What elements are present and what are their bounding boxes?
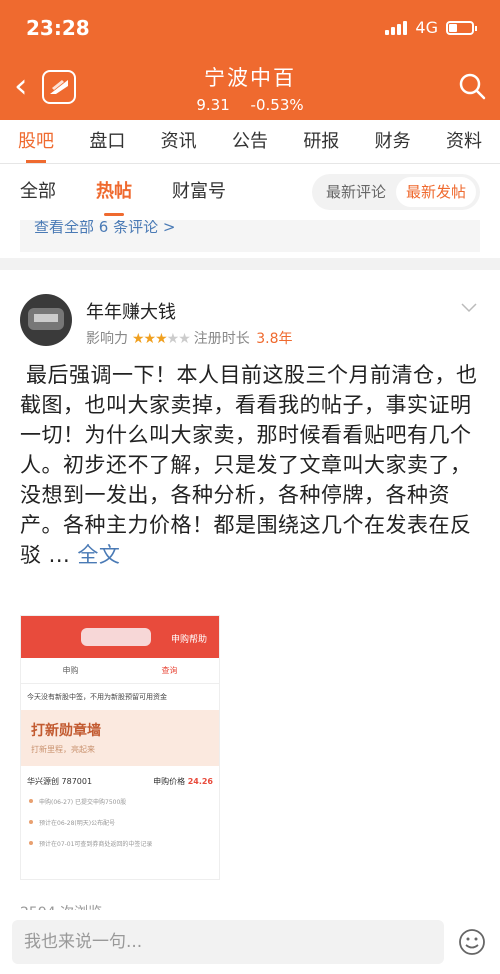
chevron-down-icon[interactable] [460, 298, 478, 316]
fulltext-link[interactable]: 全文 [77, 543, 120, 567]
tab-finance[interactable]: 财务 [375, 120, 411, 163]
comment-input[interactable]: 我也来说一句... [12, 920, 444, 964]
status-bar: 23:28 4G [26, 16, 477, 44]
sub-tabs: 全部 热帖 财富号 最新评论 最新发帖 [0, 164, 500, 220]
author-name[interactable]: 年年赚大钱 [86, 298, 176, 324]
post-text: 最后强调一下！本人目前这股三个月前清仓，也截图，也叫大家卖掉，看看我的帖子，事实… [20, 363, 478, 567]
stock-title: 宁波中百 9.31 -0.53% [0, 62, 500, 114]
post-image[interactable]: 申购帮助 申购 查询 今天没有新股中签，不用为新股预留可用资金 打新勋章墙 打新… [20, 615, 220, 880]
stock-quote: 9.31 -0.53% [0, 96, 500, 114]
view-all-comments-link[interactable]: 查看全部 6 条评论 > [20, 220, 480, 252]
battery-icon [446, 20, 477, 35]
subtab-hot[interactable]: 热帖 [96, 164, 132, 220]
register-years: 3.8年 [256, 331, 293, 347]
divider [0, 258, 500, 270]
rating-stars: ★★★★★ [132, 331, 191, 347]
influence-label: 影响力 [86, 331, 128, 347]
main-tabs: 股吧 盘口 资讯 公告 研报 财务 资料 [0, 120, 500, 164]
sort-toggle: 最新评论 最新发帖 [311, 174, 480, 210]
subtab-all[interactable]: 全部 [20, 164, 56, 220]
sort-latest-comment[interactable]: 最新评论 [316, 177, 396, 207]
author-meta: 影响力 ★★★★★ 注册时长 3.8年 [86, 328, 292, 348]
tab-announcements[interactable]: 公告 [232, 120, 268, 163]
nav-bar: ‹ 宁波中百 9.31 -0.53% [0, 56, 500, 116]
sort-latest-post[interactable]: 最新发帖 [395, 177, 476, 207]
stock-price: 9.31 [196, 96, 230, 114]
post-content[interactable]: 最后强调一下！本人目前这股三个月前清仓，也截图，也叫大家卖掉，看看我的帖子，事实… [20, 360, 482, 570]
stock-name: 宁波中百 [204, 66, 296, 90]
tab-guba[interactable]: 股吧 [18, 120, 54, 163]
avatar[interactable] [20, 294, 72, 346]
emoji-icon[interactable] [458, 928, 486, 956]
tab-news[interactable]: 资讯 [161, 120, 197, 163]
signal-icon [385, 20, 408, 35]
network-label: 4G [415, 18, 438, 37]
app-header: 23:28 4G ‹ 宁波中百 9.31 -0.53% [0, 0, 500, 120]
tab-profile[interactable]: 资料 [446, 120, 482, 163]
tab-research[interactable]: 研报 [303, 120, 339, 163]
subtab-fortune[interactable]: 财富号 [172, 164, 226, 220]
status-time: 23:28 [26, 16, 90, 40]
comment-bar: 我也来说一句... [0, 910, 500, 974]
tab-pankou[interactable]: 盘口 [89, 120, 125, 163]
stock-change: -0.53% [250, 96, 304, 114]
search-icon[interactable] [458, 72, 486, 100]
register-label: 注册时长 [193, 331, 250, 347]
